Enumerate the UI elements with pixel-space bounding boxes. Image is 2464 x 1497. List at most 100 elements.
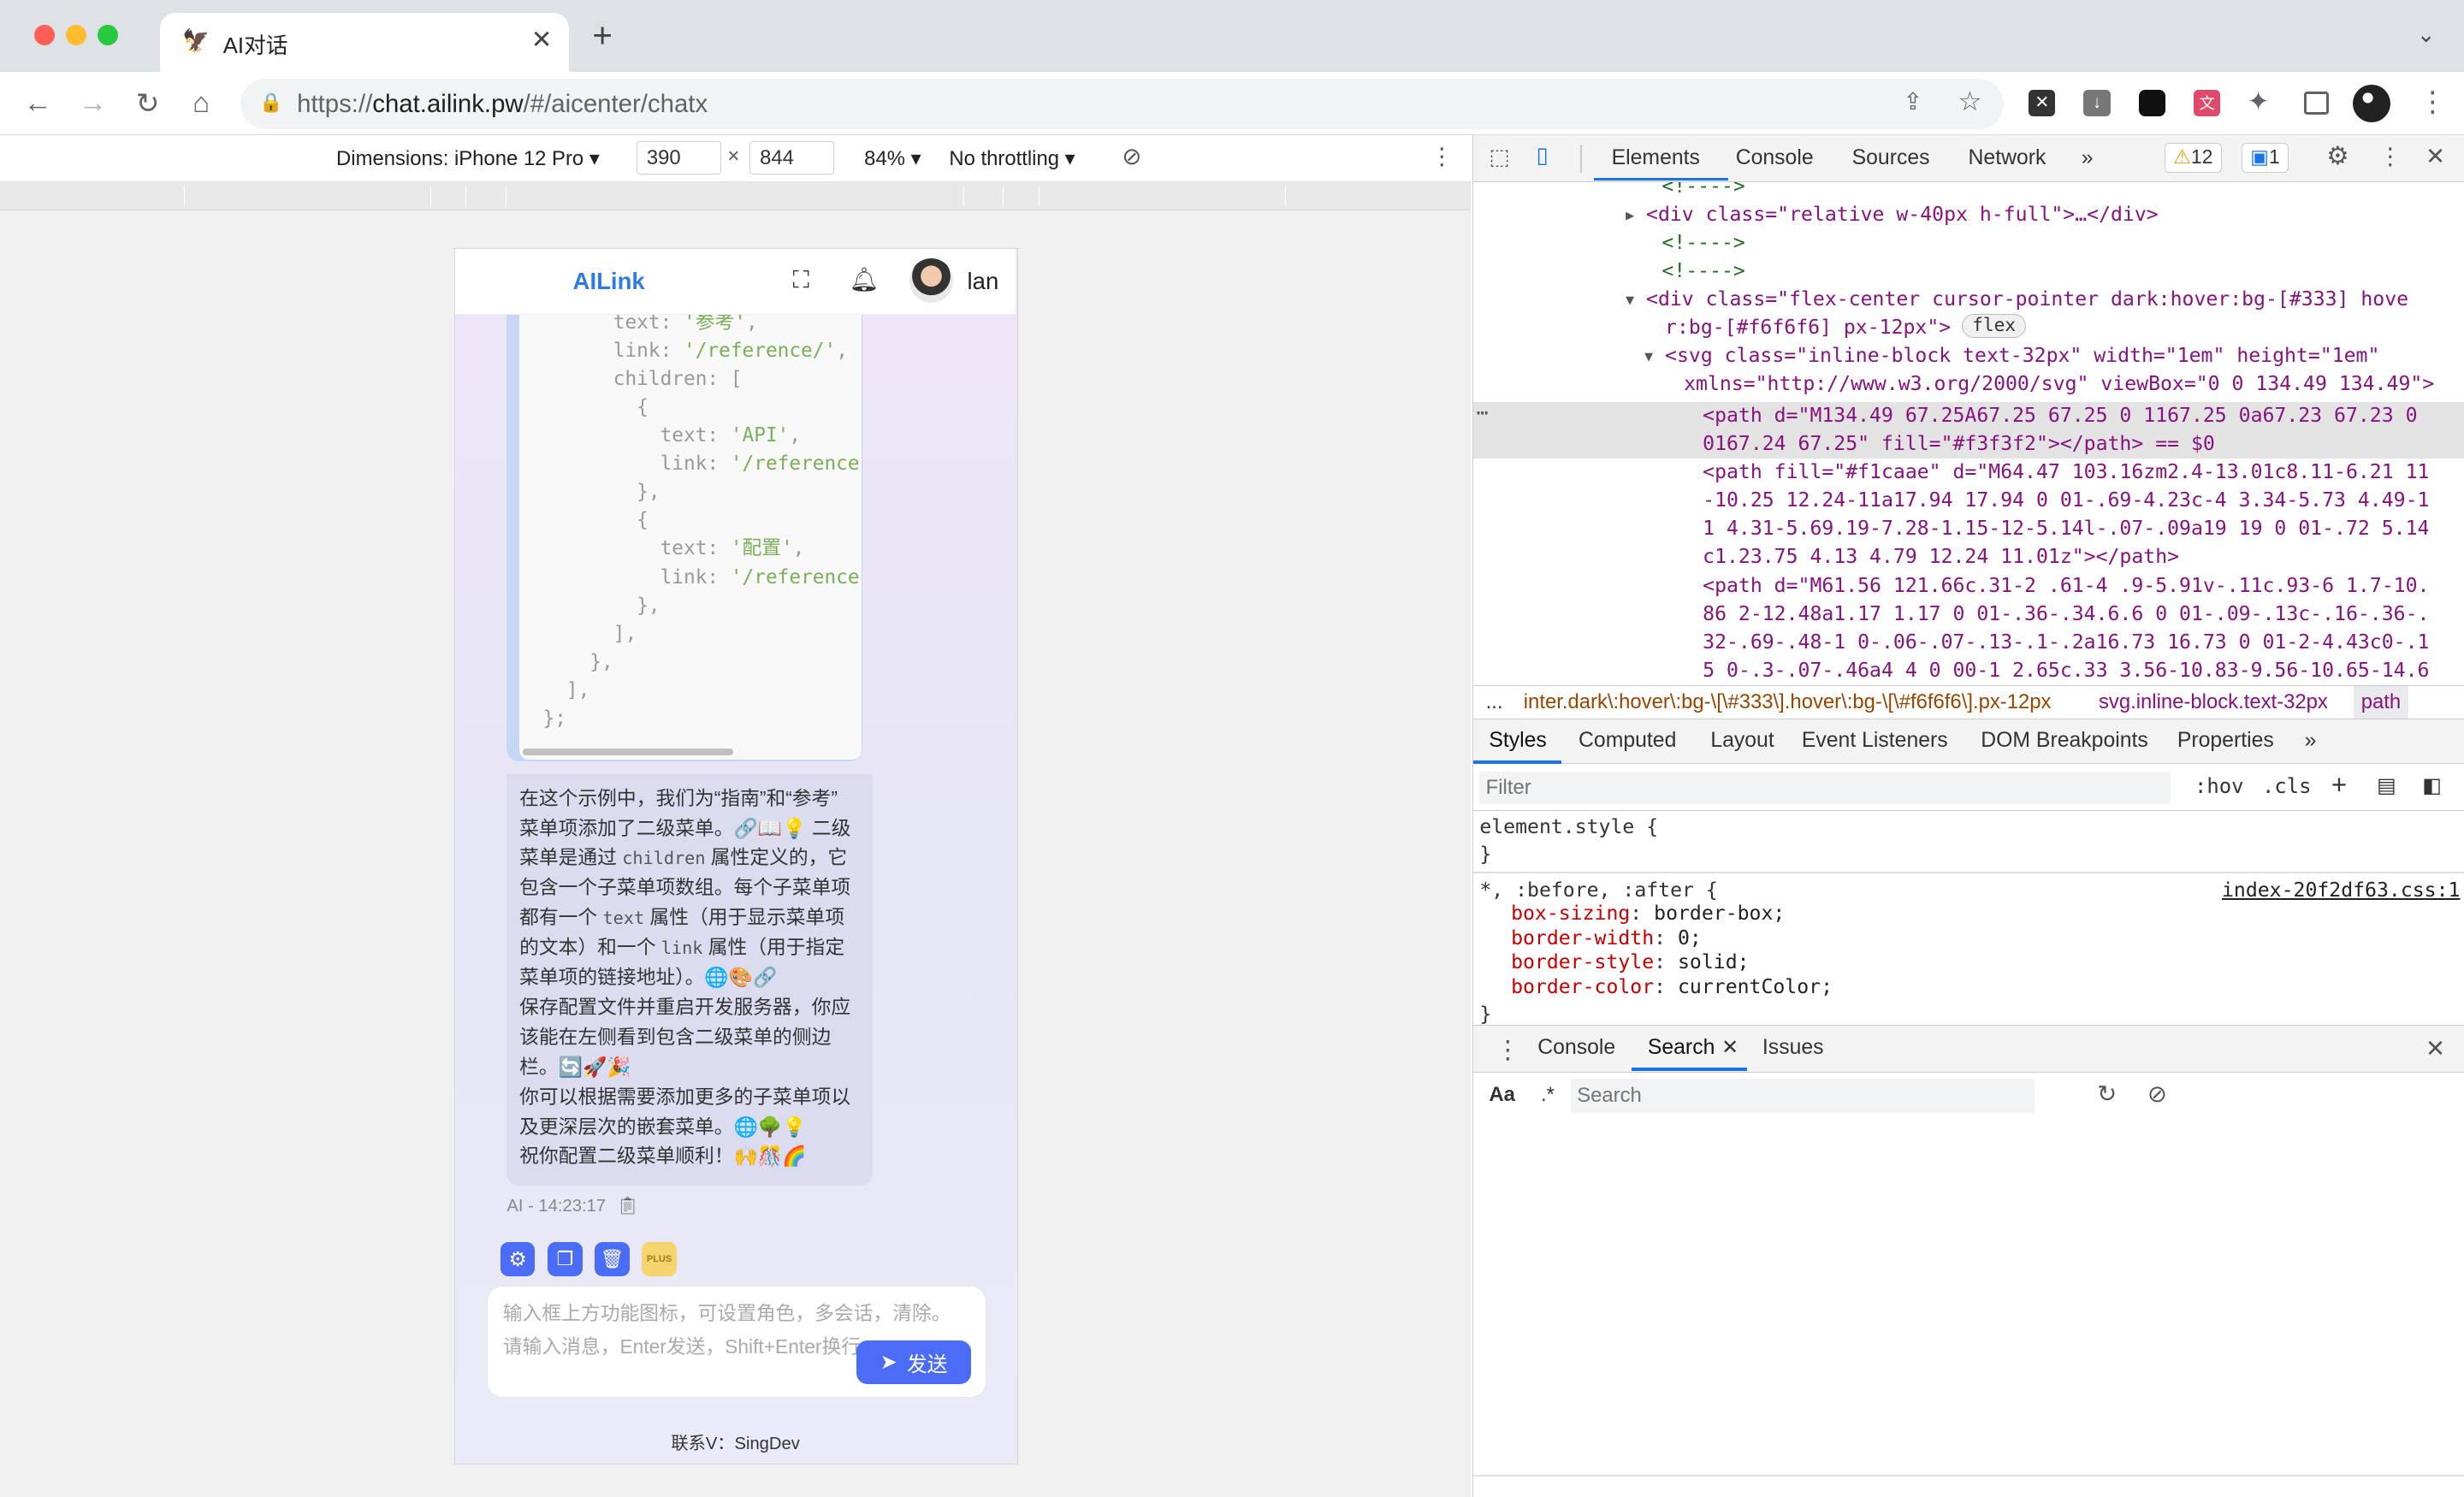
rotate-icon[interactable]: ⊘	[1122, 143, 1141, 170]
message-input[interactable]: 输入框上方功能图标，可设置角色，多会话，清除。 请输入消息，Enter发送，Sh…	[486, 1286, 986, 1398]
dom-node-line[interactable]: 32-.69-.48-1 0-.06-.07-.13-.1-.2a16.73 1…	[1703, 629, 2429, 657]
throttling-select[interactable]: No throttling ▾	[949, 146, 1075, 171]
device-height-input[interactable]	[749, 141, 835, 175]
browser-tab[interactable]: 🦅 AI对话 ✕	[160, 12, 569, 73]
share-icon[interactable]: ⇪	[1903, 88, 1922, 115]
tab-dom-breakpoints[interactable]: DOM Breakpoints	[1981, 729, 2148, 753]
tab-network[interactable]: Network	[1969, 146, 2046, 170]
zoom-select[interactable]: 84% ▾	[864, 146, 921, 171]
warnings-badge[interactable]: ⚠12	[2165, 143, 2222, 174]
device-toggle-icon[interactable]: ▯	[1536, 143, 1548, 169]
settings-role-button[interactable]: ⚙	[500, 1241, 536, 1277]
rule-source-link[interactable]: index-20f2df63.css:1	[2222, 877, 2460, 905]
expand-toggle-icon[interactable]: ▶	[1626, 201, 1634, 229]
dom-node-line[interactable]: <!---->	[1661, 229, 1744, 257]
dom-node-line[interactable]: <!---->	[1661, 257, 1744, 286]
devtools-menu-icon[interactable]: ⋮	[2378, 143, 2402, 170]
reload-icon[interactable]: ↻	[124, 72, 171, 134]
breadcrumb-more[interactable]: ...	[1486, 690, 1503, 714]
messages-badge[interactable]: ▣1	[2242, 143, 2289, 174]
copy-icon[interactable]: 📋︎	[617, 1197, 639, 1216]
expand-toggle-icon[interactable]: ▼	[1626, 286, 1634, 314]
close-search-tab-icon[interactable]: ✕	[1721, 1035, 1738, 1060]
expand-toggle-icon[interactable]: ▼	[1644, 342, 1653, 370]
extension-x-icon[interactable]: ✕	[2029, 89, 2056, 116]
tab-styles[interactable]: Styles	[1489, 729, 1546, 753]
dom-node-line[interactable]: xmlns="http://www.w3.org/2000/svg" viewB…	[1684, 370, 2434, 399]
refresh-search-icon[interactable]: ↻	[2097, 1080, 2117, 1108]
breadcrumb-item[interactable]: svg.inline-block.text-32px	[2099, 690, 2328, 714]
media-query-bar[interactable]	[0, 182, 1472, 211]
address-bar[interactable]: 🔒 https://chat.ailink.pw/#/aicenter/chat…	[240, 78, 2004, 129]
dom-node-line[interactable]: 86 2-12.48a1.17 1.17 0 01-.36-.34.6.6 0 …	[1703, 601, 2429, 629]
forward-icon[interactable]: →	[69, 72, 116, 134]
dom-node-line[interactable]: c1.23.75 4.13 4.79 12.24 11.01z"></path>	[1703, 543, 2179, 571]
dom-node-line[interactable]: <path fill="#f1caae" d="M64.47 103.16zm2…	[1703, 459, 2429, 487]
send-button[interactable]: ➤ 发送	[856, 1340, 972, 1385]
tab-event-listeners[interactable]: Event Listeners	[1802, 729, 1948, 753]
browser-menu-icon[interactable]: ⋮	[2419, 85, 2447, 119]
username[interactable]: lan	[968, 268, 999, 295]
maximize-window-button[interactable]	[97, 25, 118, 46]
drawer-tab-issues[interactable]: Issues	[1762, 1036, 1824, 1060]
device-width-input[interactable]	[636, 141, 722, 175]
side-panel-icon[interactable]	[2303, 91, 2329, 115]
fullscreen-icon[interactable]: ⛶	[793, 266, 809, 294]
match-case-toggle[interactable]: Aa	[1489, 1083, 1515, 1107]
close-window-button[interactable]	[34, 25, 56, 46]
download-extension-icon[interactable]: ↓	[2083, 89, 2111, 116]
new-rule-icon[interactable]: +	[2331, 770, 2347, 801]
home-icon[interactable]: ⌂	[178, 72, 225, 134]
tab-computed[interactable]: Computed	[1578, 729, 1676, 753]
close-drawer-icon[interactable]: ✕	[2426, 1035, 2445, 1062]
drawer-tab-search[interactable]: Search	[1648, 1036, 1715, 1060]
device-dimensions-select[interactable]: Dimensions: iPhone 12 Pro ▾	[336, 146, 600, 171]
sidebar-toggle-icon[interactable]: ◧	[2422, 773, 2442, 798]
inspect-element-icon[interactable]: ⬚	[1489, 145, 1509, 170]
code-block[interactable]: text: '参考', link: '/reference/', childre…	[519, 315, 862, 760]
app-logo[interactable]: AILink	[573, 268, 645, 295]
search-input[interactable]	[1570, 1078, 2035, 1114]
dom-node-line[interactable]: <div class="relative w-40px h-full">…</d…	[1646, 201, 2159, 229]
devtools-settings-icon[interactable]: ⚙	[2326, 141, 2348, 171]
device-menu-icon[interactable]: ⋮	[1430, 143, 1454, 170]
dom-node-line[interactable]: <path d="M134.49 67.25A67.25 67.25 0 116…	[1703, 402, 2417, 430]
hov-toggle[interactable]: :hov	[2194, 774, 2243, 798]
dom-node-line[interactable]: 1 4.31-5.69.19-7.28-1.15-12-5.14l-.07-.0…	[1703, 515, 2429, 543]
dom-node-line[interactable]: <svg class="inline-block text-32px" widt…	[1665, 342, 2379, 370]
clear-button[interactable]: 🗑︎	[595, 1241, 630, 1277]
regex-toggle[interactable]: .*	[1541, 1083, 1555, 1107]
tab-console[interactable]: Console	[1736, 146, 1814, 170]
breadcrumb-item[interactable]: inter.dark\:hover\:bg-\[\#333\].hover\:b…	[1524, 690, 2052, 714]
new-tab-button[interactable]: +	[592, 15, 613, 56]
dom-node-line[interactable]: <!---->	[1661, 182, 1744, 201]
cls-toggle[interactable]: .cls	[2262, 774, 2311, 798]
close-devtools-icon[interactable]: ✕	[2426, 143, 2445, 170]
extension-dark-icon[interactable]	[2138, 89, 2165, 116]
bell-icon[interactable]: 🔔︎	[850, 265, 880, 293]
extensions-puzzle-icon[interactable]: ✦	[2247, 86, 2269, 117]
dom-node-line[interactable]: -10.25 12.24-11a17.94 17.94 0 01-.69-4.2…	[1703, 487, 2429, 515]
back-icon[interactable]: ←	[15, 72, 62, 134]
tab-properties[interactable]: Properties	[2177, 729, 2274, 753]
styles-filter-input[interactable]	[1479, 771, 2171, 805]
drawer-menu-icon[interactable]: ⋮	[1496, 1035, 1520, 1065]
minimize-window-button[interactable]	[66, 25, 87, 46]
multi-session-button[interactable]: ❐	[548, 1241, 583, 1277]
tab-elements[interactable]: Elements	[1612, 146, 1700, 170]
drawer-tab-console[interactable]: Console	[1537, 1036, 1615, 1060]
tab-search-chevron-icon[interactable]: ⌄	[2417, 22, 2436, 48]
dom-node-line[interactable]: r:bg-[#f6f6f6] px-12px">	[1665, 314, 1951, 342]
clear-search-icon[interactable]: ⊘	[2147, 1080, 2167, 1108]
dom-node-line[interactable]: 0167.24 67.25" fill="#f3f3f2"></path> ==…	[1703, 430, 2215, 459]
bookmark-star-icon[interactable]: ☆	[1958, 86, 1982, 117]
css-property[interactable]: border-color: currentColor;	[1511, 973, 1833, 1002]
tab-layout[interactable]: Layout	[1710, 729, 1774, 753]
node-dots-icon[interactable]: ⋯	[1477, 402, 1489, 424]
breadcrumb-item-active[interactable]: path	[2353, 685, 2409, 719]
more-subtabs-icon[interactable]: »	[2305, 729, 2317, 753]
translate-extension-icon[interactable]: 文	[2194, 89, 2221, 116]
close-tab-icon[interactable]: ✕	[531, 25, 553, 55]
dom-node-line[interactable]: 5 0-.3-.07-.46a4 4 0 00-1 2.65c.33 3.56-…	[1703, 657, 2429, 685]
elements-tree[interactable]: ⋯ <!----> ▶ <div class="relative w-40px h-…	[1472, 182, 2464, 685]
